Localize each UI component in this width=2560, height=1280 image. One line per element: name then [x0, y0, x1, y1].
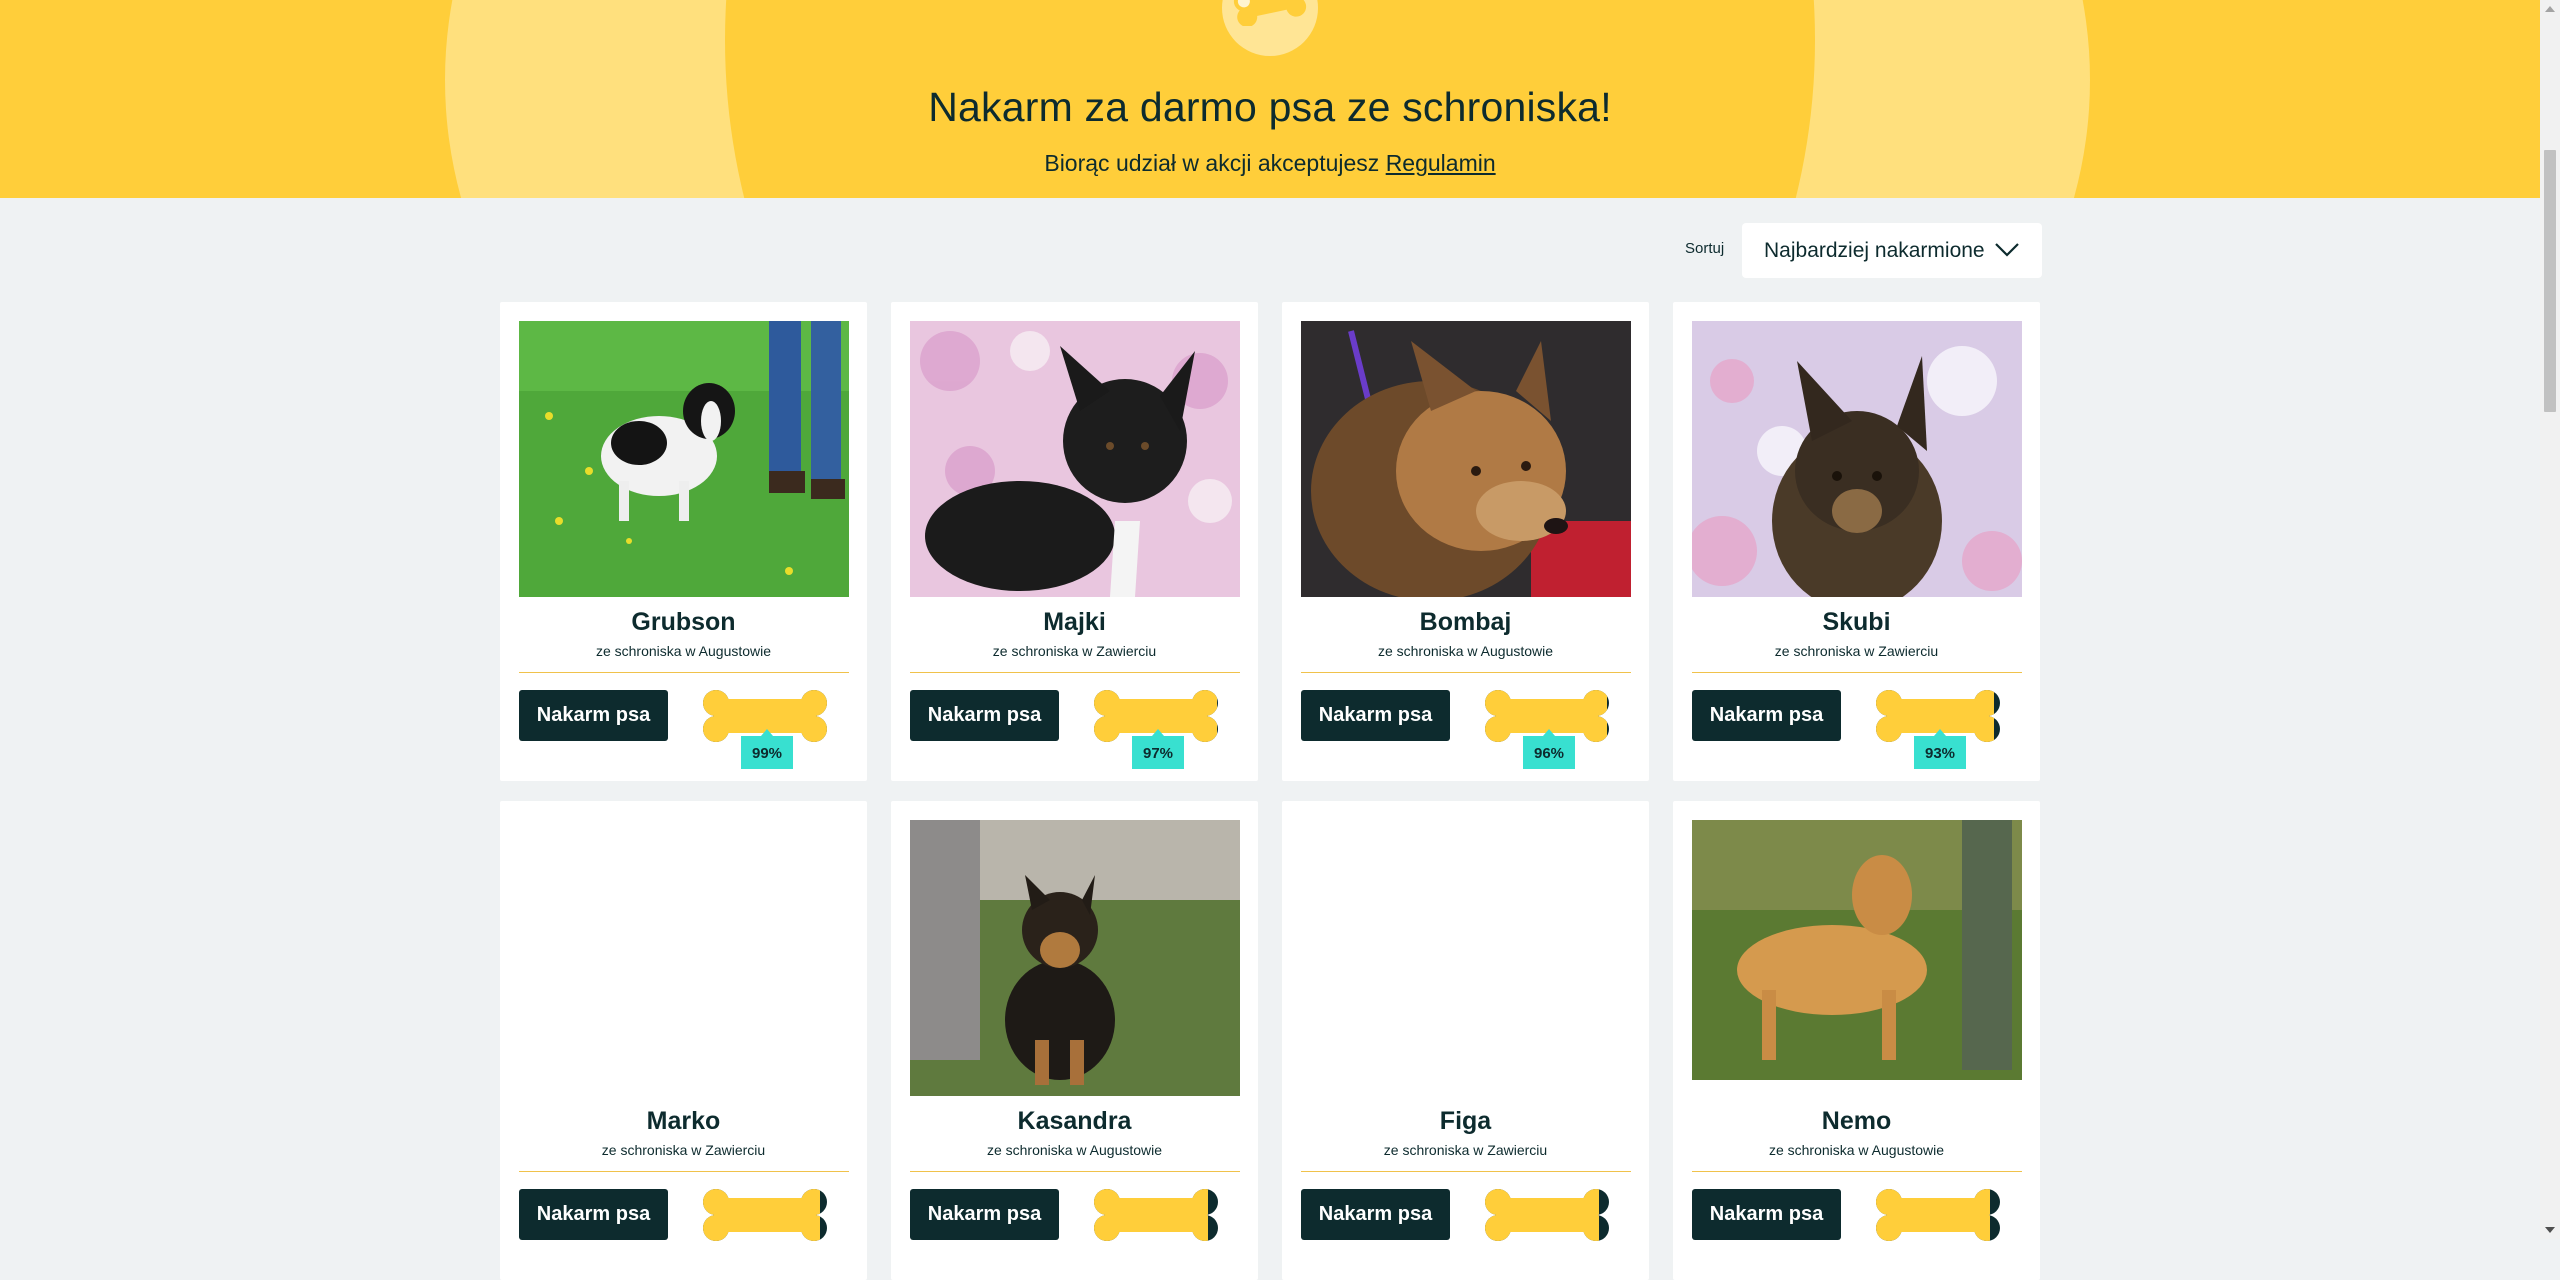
- dog-card[interactable]: Figa ze schroniska w Zawierciu Nakarm ps…: [1282, 801, 1649, 1280]
- dog-photo[interactable]: [1692, 820, 2022, 1096]
- dog-card[interactable]: Bombaj ze schroniska w Augustowie Nakarm…: [1282, 302, 1649, 781]
- feed-dog-button[interactable]: Nakarm psa: [910, 690, 1059, 741]
- dog-card[interactable]: Marko ze schroniska w Zawierciu Nakarm p…: [500, 801, 867, 1280]
- dog-card[interactable]: Grubson ze schroniska w Augustowie Nakar…: [500, 302, 867, 781]
- sort-select[interactable]: Najbardziej nakarmione: [1742, 223, 2042, 278]
- chevron-down-icon: [1995, 243, 2019, 257]
- card-divider: [910, 1171, 1240, 1172]
- page-title: Nakarm za darmo psa ze schroniska!: [928, 84, 1612, 130]
- feed-meter-bone-icon: [1485, 1189, 1609, 1241]
- dog-photo[interactable]: [1301, 321, 1631, 597]
- dog-name[interactable]: Marko: [500, 1107, 867, 1136]
- dog-grid: Grubson ze schroniska w Augustowie Nakar…: [500, 302, 2040, 1280]
- page-scrollbar[interactable]: [2540, 0, 2560, 1239]
- hero-banner: Nakarm za darmo psa ze schroniska! Biorą…: [0, 0, 2540, 198]
- feed-dog-button[interactable]: Nakarm psa: [1301, 690, 1450, 741]
- dog-card[interactable]: Skubi ze schroniska w Zawierciu Nakarm p…: [1673, 302, 2040, 781]
- feed-meter-bone-icon: [703, 1189, 827, 1241]
- fed-percent-badge: 96%: [1523, 729, 1575, 769]
- dog-photo[interactable]: [519, 321, 849, 597]
- dog-name[interactable]: Majki: [891, 608, 1258, 637]
- dog-name[interactable]: Grubson: [500, 608, 867, 637]
- dog-name[interactable]: Skubi: [1673, 608, 2040, 637]
- scrollbar-thumb[interactable]: [2544, 150, 2556, 412]
- terms-link[interactable]: Regulamin: [1386, 150, 1496, 176]
- card-divider: [519, 672, 849, 673]
- card-divider: [1301, 672, 1631, 673]
- fed-percent-badge: 93%: [1914, 729, 1966, 769]
- dog-card[interactable]: Kasandra ze schroniska w Augustowie Naka…: [891, 801, 1258, 1280]
- terms-text: Biorąc udział w akcji akceptujesz: [1044, 150, 1380, 176]
- feed-dog-button[interactable]: Nakarm psa: [519, 1189, 668, 1240]
- feed-dog-button[interactable]: Nakarm psa: [1692, 690, 1841, 741]
- feed-dog-button[interactable]: Nakarm psa: [1301, 1189, 1450, 1240]
- dog-photo[interactable]: [1301, 820, 1631, 1096]
- dog-name[interactable]: Figa: [1282, 1107, 1649, 1136]
- dog-shelter: ze schroniska w Zawierciu: [601, 1142, 766, 1158]
- dog-shelter: ze schroniska w Augustowie: [1377, 643, 1554, 659]
- dog-card[interactable]: Nemo ze schroniska w Augustowie Nakarm p…: [1673, 801, 2040, 1280]
- dog-photo[interactable]: [910, 820, 1240, 1096]
- dog-photo[interactable]: [1692, 321, 2022, 597]
- feed-meter-bone-icon: [1876, 1189, 2000, 1241]
- dog-shelter: ze schroniska w Zawierciu: [1383, 1142, 1548, 1158]
- sort-selected-value: Najbardziej nakarmione: [1764, 239, 1985, 262]
- dog-name[interactable]: Kasandra: [891, 1107, 1258, 1136]
- scroll-up-icon[interactable]: [2545, 6, 2555, 12]
- card-divider: [1692, 672, 2022, 673]
- card-divider: [1301, 1171, 1631, 1172]
- scroll-down-icon[interactable]: [2545, 1227, 2555, 1233]
- terms-note: Biorąc udział w akcji akceptujesz Regula…: [0, 150, 2540, 177]
- dog-shelter: ze schroniska w Augustowie: [1768, 1142, 1945, 1158]
- fed-percent-badge: 99%: [741, 729, 793, 769]
- feed-dog-button[interactable]: Nakarm psa: [1692, 1189, 1841, 1240]
- dog-name[interactable]: Nemo: [1673, 1107, 2040, 1136]
- dog-shelter: ze schroniska w Zawierciu: [1774, 643, 1939, 659]
- card-divider: [519, 1171, 849, 1172]
- feed-dog-button[interactable]: Nakarm psa: [519, 690, 668, 741]
- dog-name[interactable]: Bombaj: [1282, 608, 1649, 637]
- card-divider: [910, 672, 1240, 673]
- dog-shelter: ze schroniska w Augustowie: [986, 1142, 1163, 1158]
- dog-shelter: ze schroniska w Augustowie: [595, 643, 772, 659]
- dog-card[interactable]: Majki ze schroniska w Zawierciu Nakarm p…: [891, 302, 1258, 781]
- card-divider: [1692, 1171, 2022, 1172]
- fed-percent-badge: 97%: [1132, 729, 1184, 769]
- feed-meter-bone-icon: [1094, 1189, 1218, 1241]
- dog-shelter: ze schroniska w Zawierciu: [992, 643, 1157, 659]
- feed-dog-button[interactable]: Nakarm psa: [910, 1189, 1059, 1240]
- sort-label: Sortuj: [1685, 240, 1725, 257]
- dog-photo[interactable]: [519, 820, 849, 1096]
- dog-photo[interactable]: [910, 321, 1240, 597]
